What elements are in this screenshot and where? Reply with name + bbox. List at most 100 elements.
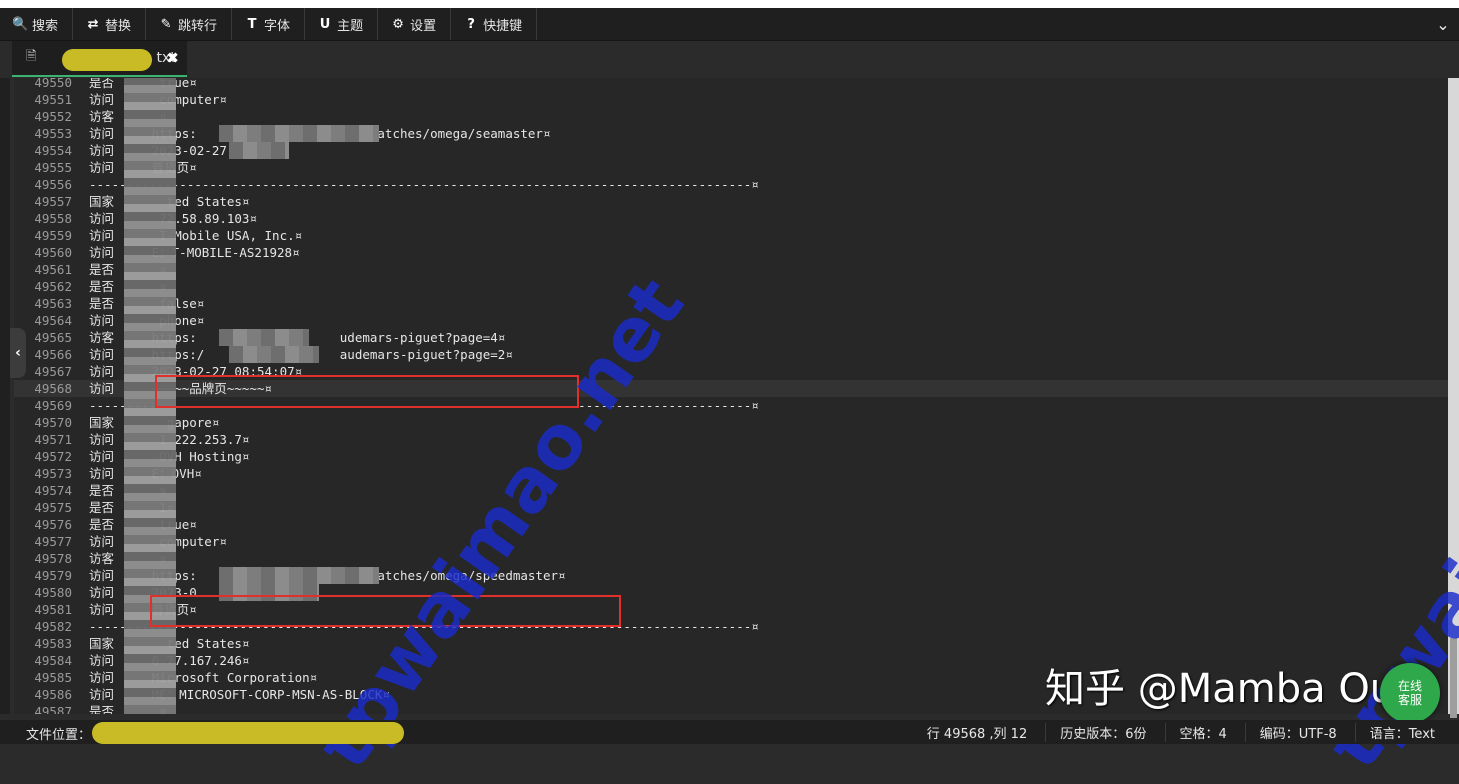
toolbar-button-label: 设置	[410, 18, 437, 34]
status-bar: 文件位置： 行 49568 ,列 12 历史版本：6份 空格：4 编码：UTF-…	[0, 720, 1459, 744]
editor-line[interactable]: 49573 访问 E：OVH¤	[14, 465, 1448, 482]
online-support-button[interactable]: 在线 客服	[1380, 663, 1440, 723]
line-number: 49582	[34, 619, 72, 634]
pixelated-redaction	[229, 142, 289, 159]
line-number: 49586	[34, 687, 72, 702]
toolbar: 🔍 搜索 ⇄ 替换 ✎ 跳转行 T 字体 U 主题 ⚙ 设置? 快捷键 ⌄	[0, 8, 1459, 41]
line-number: 49575	[34, 500, 72, 515]
editor-line[interactable]: 49574是否 ¤	[14, 482, 1448, 499]
editor-line[interactable]: 49557 国家 ted States¤	[14, 193, 1448, 210]
editor-line[interactable]: 49578访客 ¤	[14, 550, 1448, 567]
editor-line[interactable]: 49560 访问 E：T-MOBILE-AS21928¤	[14, 244, 1448, 261]
line-number: 49569	[34, 398, 72, 413]
line-number: 49578	[34, 551, 72, 566]
toolbar-button-help[interactable]: ? 快捷键	[451, 8, 538, 40]
line-number: 49573	[34, 466, 72, 481]
editor-line[interactable]: 49570 国家 gapore¤	[14, 414, 1448, 431]
line-number: 49581	[34, 602, 72, 617]
line-number: 49570	[34, 415, 72, 430]
toolbar-button-label: 跳转行	[178, 18, 218, 34]
redaction-mark	[62, 49, 152, 71]
editor-line[interactable]: 49558 访问 72.58.89.103¤	[14, 210, 1448, 227]
chevron-left-icon[interactable]: ‹	[10, 328, 26, 378]
line-number: 49559	[34, 228, 72, 243]
line-number: 49558	[34, 211, 72, 226]
line-text: ----------------------------------------…	[89, 177, 759, 192]
toolbar-button-pin[interactable]: ✎ 跳转行	[146, 8, 233, 40]
editor-line[interactable]: 49555访问 普货页¤	[14, 159, 1448, 176]
replace-icon: ⇄	[87, 16, 99, 32]
editor-line[interactable]: 49564 访问 phone¤	[14, 312, 1448, 329]
status-right-group: 行 49568 ,列 12 历史版本：6份 空格：4 编码：UTF-8 语言：T…	[895, 720, 1435, 744]
gear-icon: ⚙	[392, 16, 404, 32]
indent-spaces[interactable]: 空格：4	[1164, 722, 1227, 742]
line-number: 49563	[34, 296, 72, 311]
close-icon[interactable]: ✖	[166, 49, 179, 67]
line-number: 49561	[34, 262, 72, 277]
file-encoding[interactable]: 编码：UTF-8	[1244, 722, 1337, 742]
file-location-label: 文件位置：	[26, 728, 92, 743]
toolbar-button-label: 主题	[337, 18, 364, 34]
line-number: 49584	[34, 653, 72, 668]
font-icon: T	[247, 16, 257, 32]
editor-line[interactable]: 49571 访问 1.222.253.7¤	[14, 431, 1448, 448]
line-number: 49562	[34, 279, 72, 294]
cursor-position[interactable]: 行 49568 ,列 12	[913, 723, 1027, 742]
line-number: 49556	[34, 177, 72, 192]
highlight-box-brand	[155, 375, 579, 408]
editor-line[interactable]: 49562是否 ¤	[14, 278, 1448, 295]
editor-line[interactable]: 49572访问 OVH Hosting¤	[14, 448, 1448, 465]
help-icon: ?	[467, 16, 475, 32]
pixelated-redaction	[219, 125, 379, 142]
editor-line[interactable]: 49552访客 ¤	[14, 108, 1448, 125]
top-strip	[0, 0, 1459, 8]
toolbar-button-font[interactable]: T 字体	[232, 8, 306, 40]
pin-icon: ✎	[160, 16, 172, 32]
theme-icon: U	[319, 16, 331, 32]
chevron-down-icon[interactable]: ⌄	[1427, 8, 1459, 40]
pixelated-redaction	[219, 567, 379, 584]
editor-line[interactable]: 49577 访问 computer¤	[14, 533, 1448, 550]
file-tab[interactable]: 🗎 txt ✖	[12, 41, 187, 77]
editor-line[interactable]: 49550 是否 true¤	[14, 78, 1448, 91]
line-number: 49571	[34, 432, 72, 447]
editor-line[interactable]: 49551 访问 computer¤	[14, 91, 1448, 108]
line-number: 49552	[34, 109, 72, 124]
zhihu-attribution: 知乎 @Mamba Out	[1045, 666, 1411, 712]
line-number: 49555	[34, 160, 72, 175]
file-icon: 🗎	[26, 49, 37, 64]
toolbar-button-replace[interactable]: ⇄ 替换	[73, 8, 147, 40]
editor-line[interactable]: 49559 访问 T-Mobile USA, Inc.¤	[14, 227, 1448, 244]
line-number: 49587	[34, 704, 72, 714]
line-number: 49550	[34, 78, 72, 90]
editor-line[interactable]: 49583 国家 ted States¤	[14, 635, 1448, 652]
online-support-line2: 客服	[1397, 693, 1422, 707]
pixelated-redaction	[219, 329, 309, 346]
pixelated-redaction	[229, 346, 319, 363]
line-number: 49577	[34, 534, 72, 549]
history-versions[interactable]: 历史版本：6份	[1045, 722, 1147, 742]
redaction-mark-status	[92, 722, 404, 744]
line-number: 49557	[34, 194, 72, 209]
online-support-line1: 在线	[1397, 679, 1422, 693]
toolbar-button-search[interactable]: 🔍 搜索	[0, 8, 74, 40]
toolbar-button-theme[interactable]: U 主题	[305, 8, 379, 40]
toolbar-button-label: 替换	[105, 18, 132, 34]
toolbar-button-label: 快捷键	[483, 18, 523, 34]
line-number: 49585	[34, 670, 72, 685]
line-number: 49564	[34, 313, 72, 328]
line-number: 49579	[34, 568, 72, 583]
editor-line[interactable]: 49556 -----------------------------------…	[14, 176, 1448, 193]
line-number: 49572	[34, 449, 72, 464]
toolbar-button-gear[interactable]: ⚙ 设置	[378, 8, 452, 40]
line-number: 49560	[34, 245, 72, 260]
language-mode[interactable]: 语言：Text	[1354, 722, 1435, 742]
line-text: 访问 E：T-MOBILE-AS21928¤	[89, 245, 300, 260]
tab-bar: 🗎 txt ✖	[12, 41, 1459, 77]
editor-line[interactable]: 49575是否 1¤	[14, 499, 1448, 516]
line-number: 49551	[34, 92, 72, 107]
editor-line[interactable]: 49563 是否 false¤	[14, 295, 1448, 312]
editor-line[interactable]: 49576 是否 true¤	[14, 516, 1448, 533]
line-number: 49553	[34, 126, 72, 141]
editor-line[interactable]: 49561是否 ¤	[14, 261, 1448, 278]
